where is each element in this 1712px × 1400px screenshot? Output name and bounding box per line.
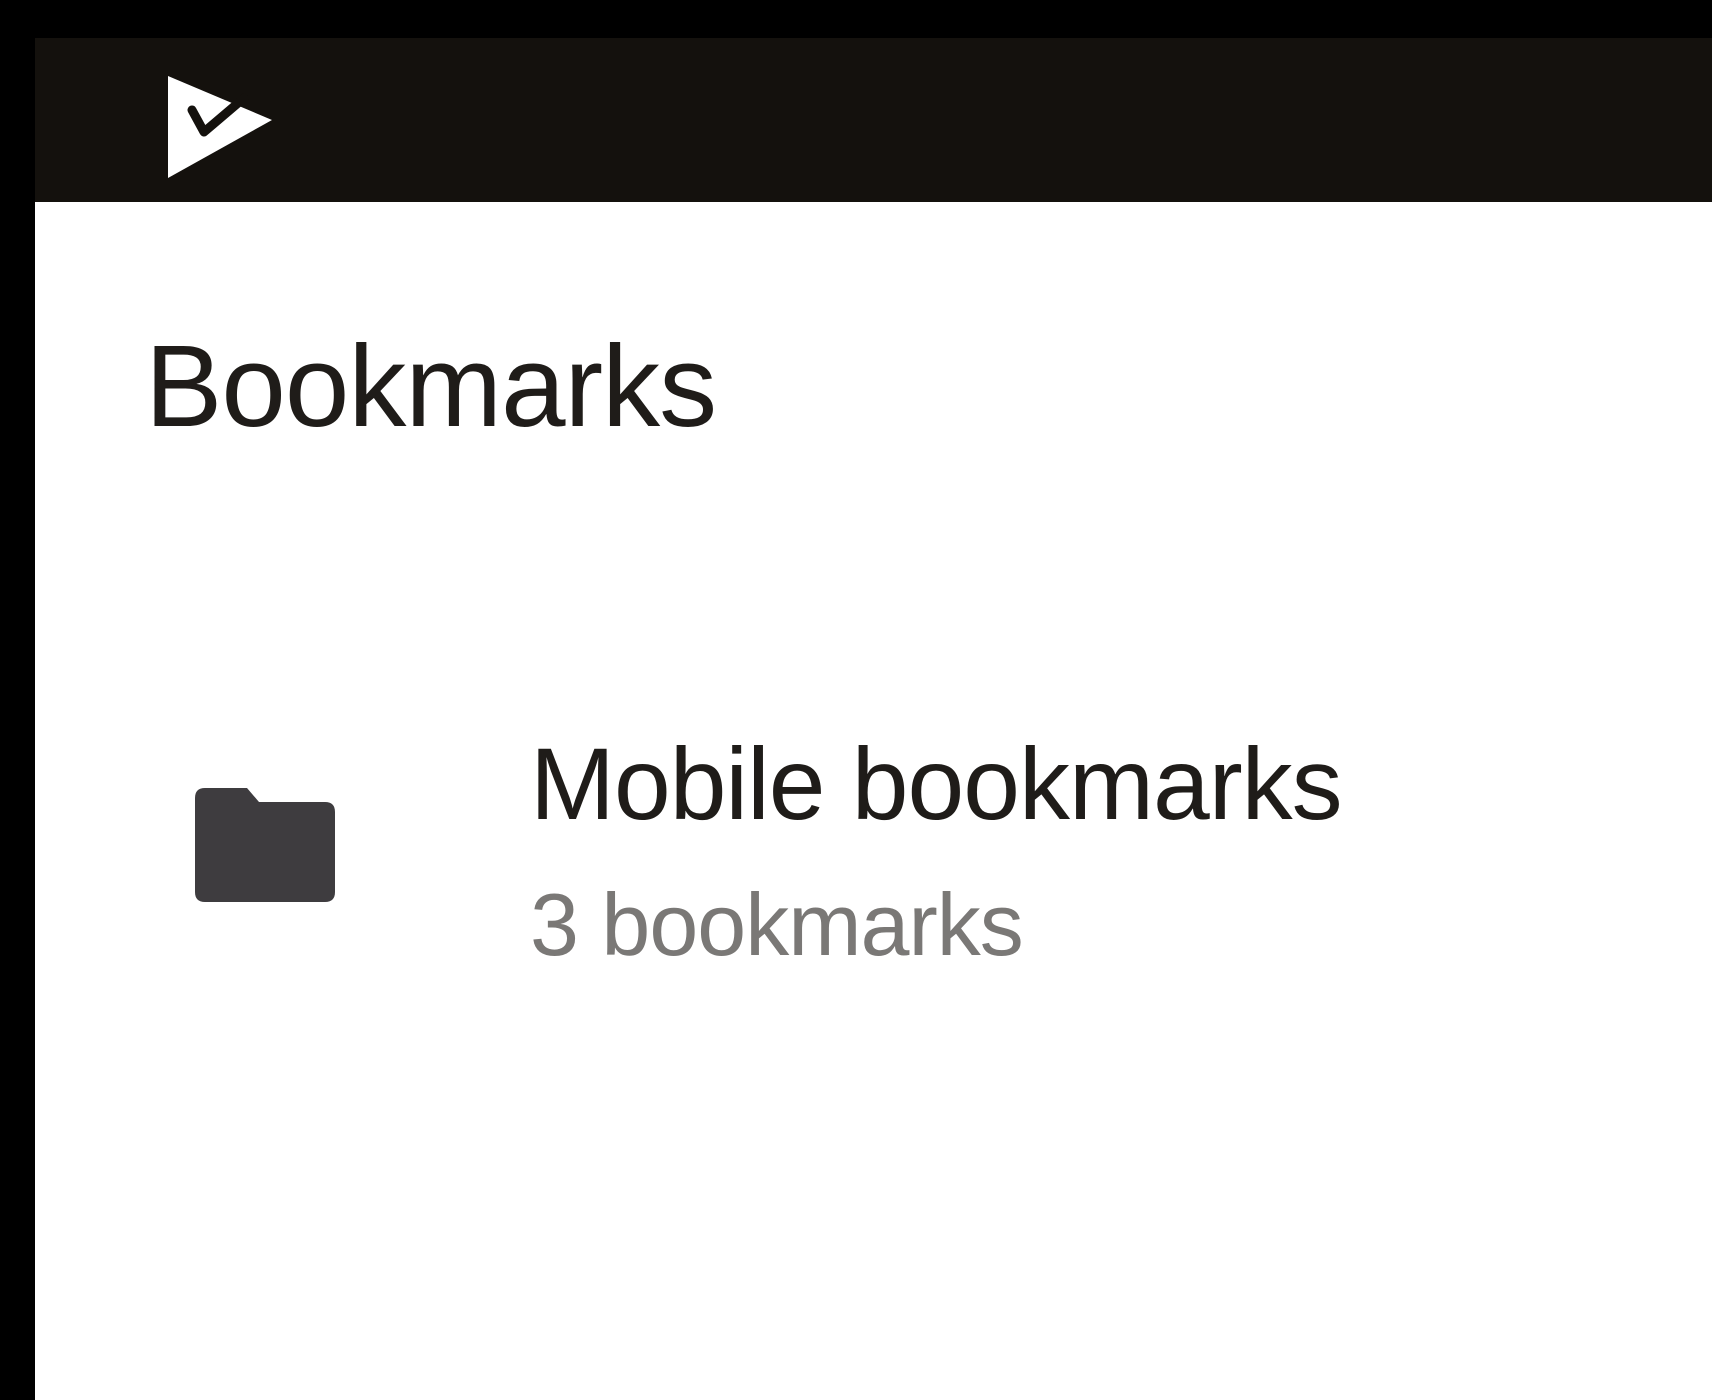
- folder-bookmark-count: 3 bookmarks: [530, 875, 1024, 974]
- page-title: Bookmarks: [145, 321, 717, 451]
- folder-item-mobile-bookmarks[interactable]: Mobile bookmarks 3 bookmarks: [35, 698, 1712, 998]
- top-app-bar: [35, 38, 1712, 202]
- app-logo-icon[interactable]: [168, 76, 272, 178]
- folder-name: Mobile bookmarks: [530, 727, 1343, 841]
- folder-icon: [195, 788, 335, 902]
- bookmarks-screen: Bookmarks Mobile bookmarks 3 bookmarks: [35, 38, 1712, 1400]
